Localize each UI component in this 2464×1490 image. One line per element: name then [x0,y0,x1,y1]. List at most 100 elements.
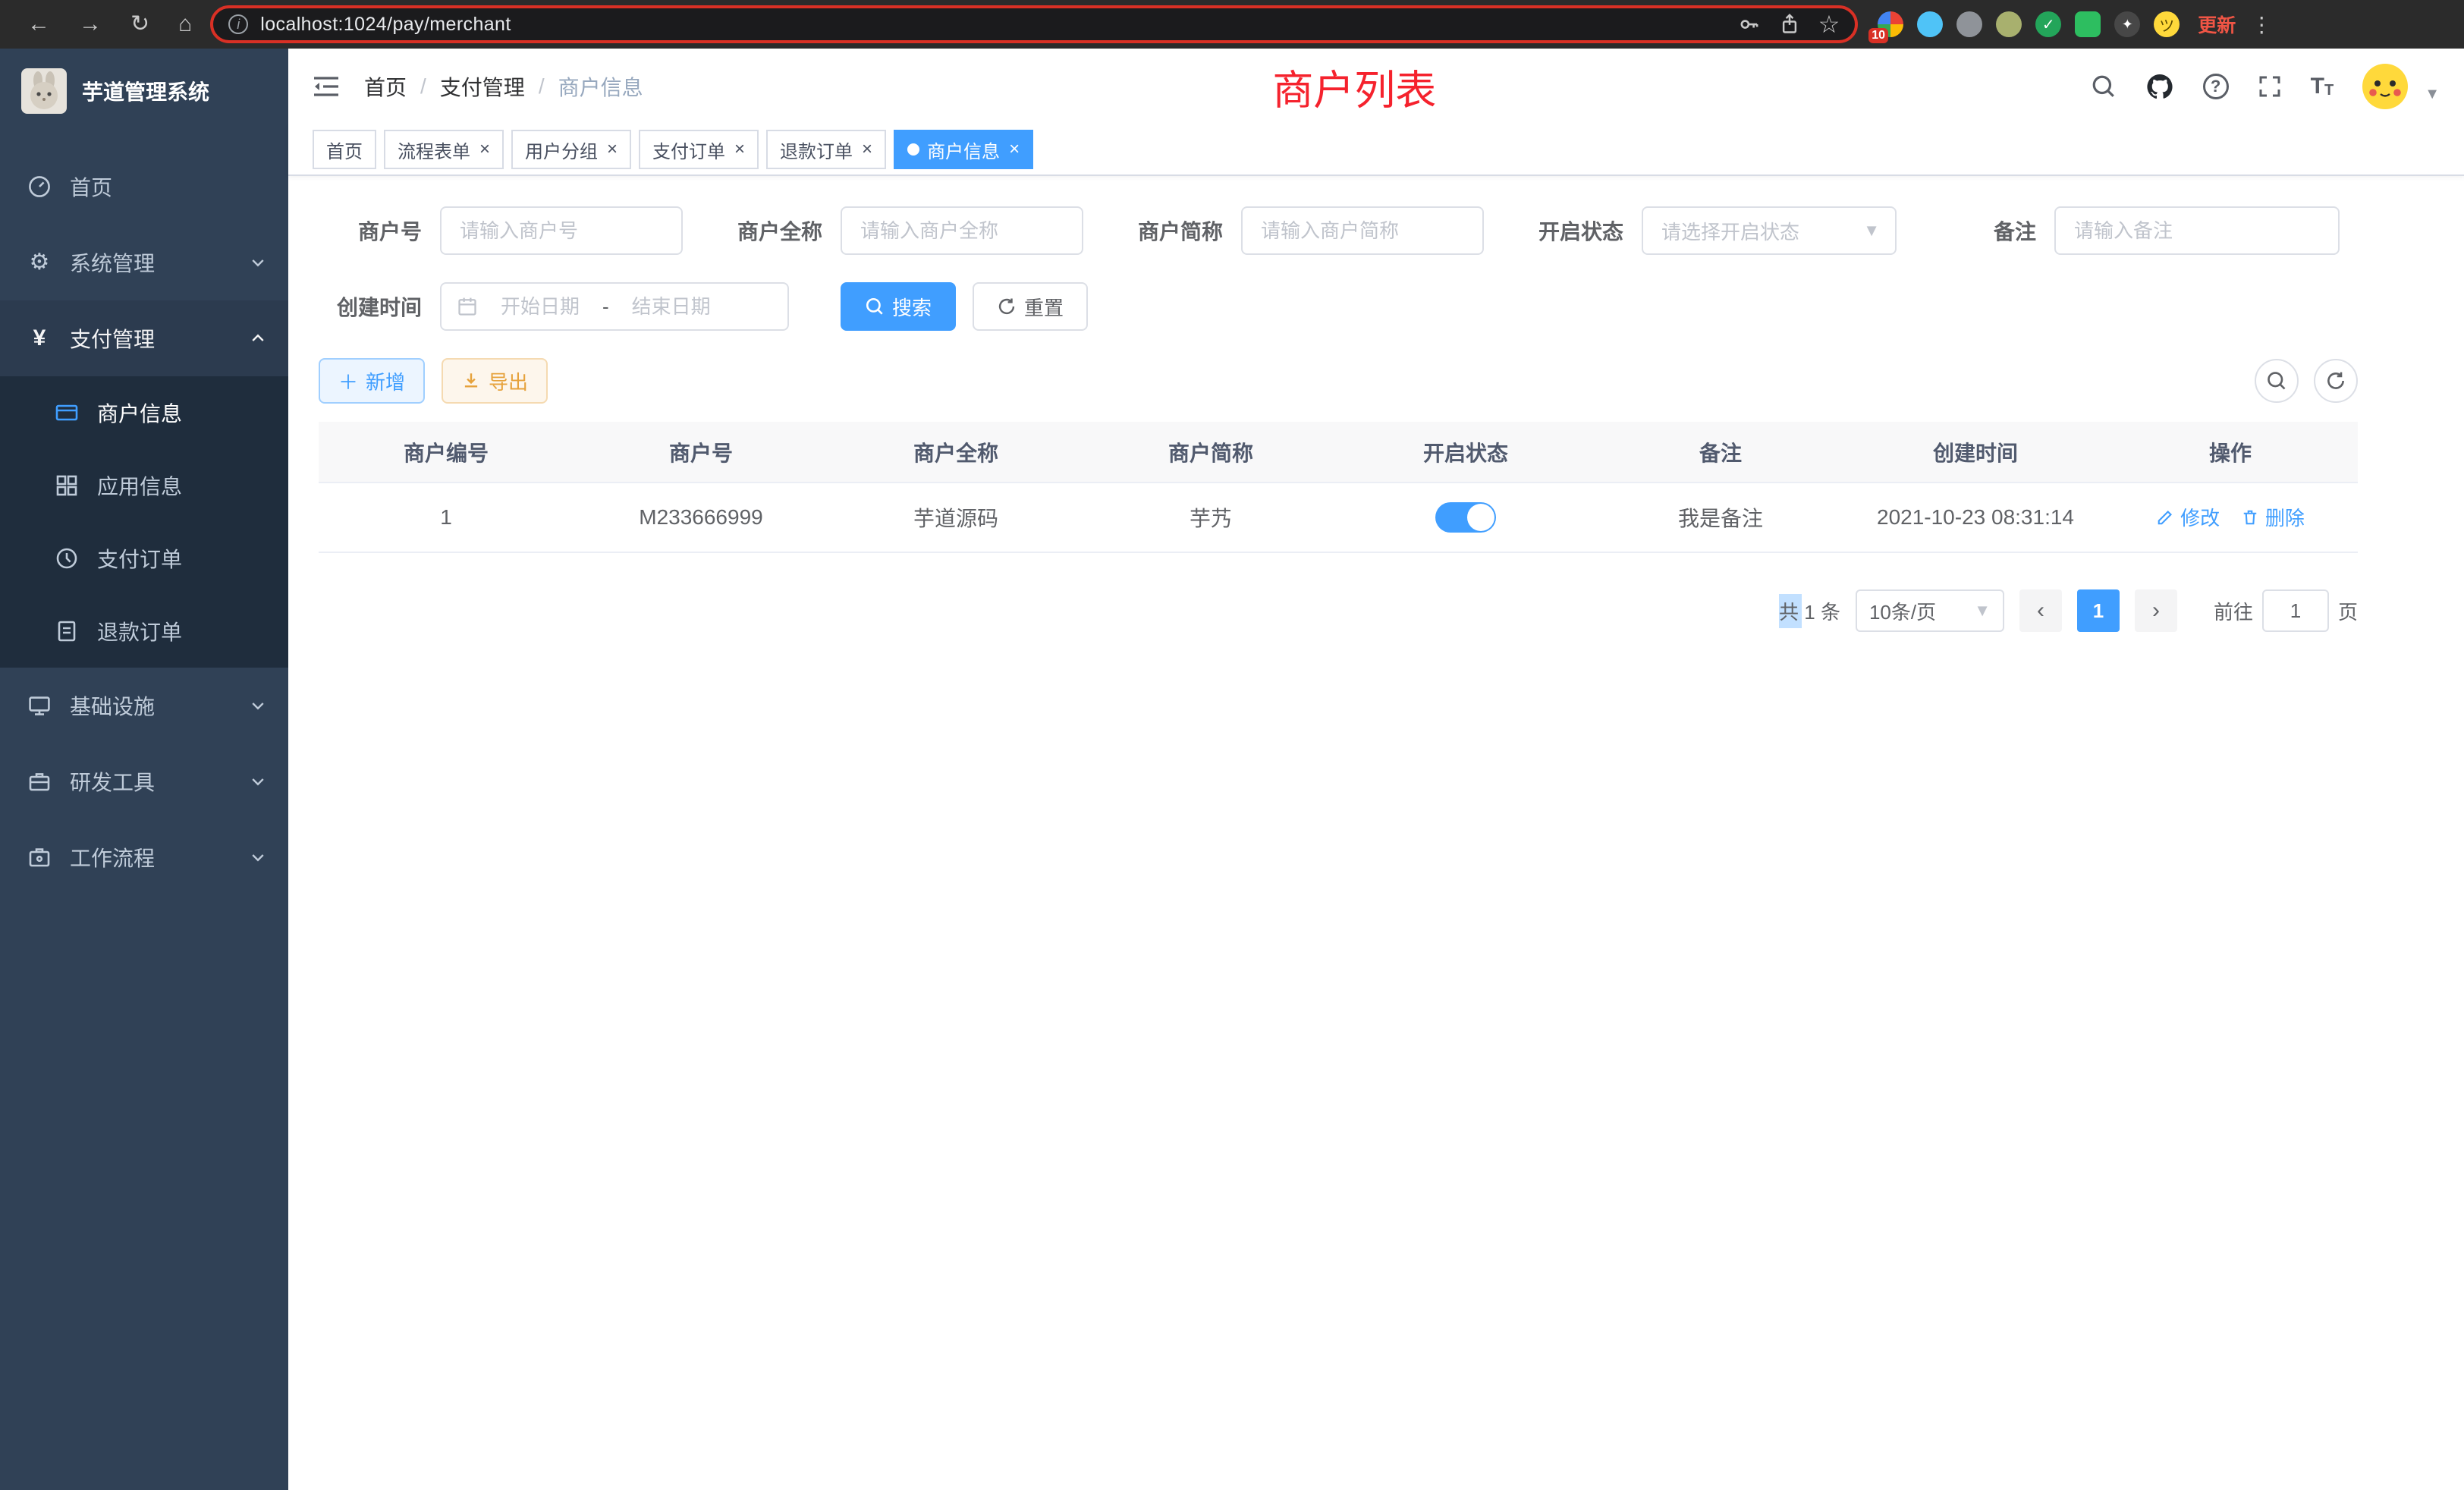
fullscreen-icon[interactable] [2258,74,2282,99]
close-icon[interactable]: × [607,140,618,159]
sidebar-item-app-info[interactable]: 应用信息 [0,449,288,522]
add-button-label: 新增 [366,367,405,395]
tab-label: 退款订单 [780,137,853,163]
app-title: 芋道管理系统 [82,76,209,106]
extension-icon-colorful[interactable]: 10 [1878,11,1903,37]
reset-button[interactable]: 重置 [973,282,1088,331]
cell-remark: 我是备注 [1593,483,1848,552]
sidebar-fold-icon[interactable] [313,74,340,99]
column-header: 开启状态 [1338,422,1593,483]
browser-home-icon[interactable]: ⌂ [178,13,192,36]
password-key-icon[interactable] [1738,13,1761,36]
remark-input[interactable] [2054,206,2340,255]
back-icon[interactable]: ← [27,13,50,36]
next-page-button[interactable]: › [2135,589,2177,632]
breadcrumb-payment[interactable]: 支付管理 [440,71,525,102]
search-button[interactable]: 搜索 [841,282,956,331]
sidebar-item-workflow[interactable]: 工作流程 [0,819,288,895]
export-button[interactable]: 导出 [442,358,548,404]
merchant-short-input[interactable] [1241,206,1484,255]
extension-badge: 10 [1868,28,1888,43]
breadcrumb-home[interactable]: 首页 [364,71,407,102]
sidebar-item-system[interactable]: ⚙ 系统管理 [0,225,288,300]
end-date-input[interactable] [615,295,728,319]
close-icon[interactable]: × [734,140,745,159]
edit-link[interactable]: 修改 [2156,503,2220,531]
jump-suffix: 页 [2338,597,2358,625]
extension-icon-drop[interactable] [1917,11,1943,37]
close-icon[interactable]: × [1009,140,1020,159]
date-range-picker[interactable]: - [440,282,789,331]
status-toggle[interactable] [1435,502,1496,533]
grid-icon [55,473,79,498]
github-icon[interactable] [2145,72,2174,101]
avatar[interactable] [2362,64,2408,109]
document-icon [55,619,79,643]
sidebar-item-pay-order[interactable]: 支付订单 [0,522,288,595]
sidebar-item-label: 商户信息 [97,398,182,428]
tab-label: 商户信息 [927,137,1000,163]
logo-rabbit-image [21,68,67,114]
tab-merchant-info[interactable]: 商户信息 × [894,130,1033,169]
status-select[interactable]: 请选择开启状态 ▼ [1642,206,1897,255]
extension-icon-check[interactable]: ✓ [2035,11,2061,37]
browser-chrome: ← → ↻ ⌂ i localhost:1024/pay/merchant ☆ … [0,0,2464,49]
toggle-search-icon-button[interactable] [2255,359,2299,403]
delete-link[interactable]: 删除 [2241,503,2305,531]
page-number-button[interactable]: 1 [2077,589,2120,632]
sidebar-item-label: 支付管理 [70,323,155,354]
sidebar-item-refund-order[interactable]: 退款订单 [0,595,288,668]
sidebar-item-dev-tools[interactable]: 研发工具 [0,743,288,819]
sidebar-item-merchant-info[interactable]: 商户信息 [0,376,288,449]
browser-menu-icon[interactable]: ⋮ [2251,12,2274,37]
tab-pay-order[interactable]: 支付订单 × [639,130,759,169]
browser-update-button[interactable]: 更新 [2198,11,2236,38]
tab-process-form[interactable]: 流程表单 × [384,130,504,169]
extension-icon-smiley[interactable]: ツ [2154,11,2180,37]
extension-icon-pinwheel[interactable]: ✦ [2114,11,2140,37]
avatar-dropdown-caret-icon[interactable]: ▼ [2425,86,2440,103]
column-header: 商户全称 [828,422,1083,483]
reload-icon[interactable]: ↻ [130,13,149,36]
tab-refund-order[interactable]: 退款订单 × [766,130,886,169]
prev-page-button[interactable]: ‹ [2019,589,2062,632]
address-bar[interactable]: i localhost:1024/pay/merchant ☆ [210,5,1858,43]
sidebar-item-home[interactable]: 首页 [0,149,288,225]
tab-user-group[interactable]: 用户分组 × [511,130,631,169]
bookmark-star-icon[interactable]: ☆ [1818,10,1840,39]
font-size-icon[interactable]: TT [2311,75,2334,98]
sidebar-item-payment[interactable]: ¥ 支付管理 [0,300,288,376]
extension-icon-gray[interactable] [1956,11,1982,37]
filter-label: 商户号 [319,215,422,246]
jump-page-input[interactable] [2262,589,2329,632]
forward-icon[interactable]: → [79,13,102,36]
active-tab-dot [907,143,919,156]
sidebar-item-label: 工作流程 [70,842,155,872]
sidebar-item-label: 支付订单 [97,543,182,574]
page-size-select[interactable]: 10条/页 ▼ [1856,589,2004,632]
sidebar-item-infrastructure[interactable]: 基础设施 [0,668,288,743]
help-icon[interactable]: ? [2203,74,2229,99]
cell-merchant-short: 芋艿 [1083,483,1338,552]
merchant-no-input[interactable] [440,206,683,255]
extension-icon-square[interactable] [2075,11,2101,37]
start-date-input[interactable] [484,295,596,319]
navbar-actions: ? TT ▼ [2091,64,2440,109]
add-button[interactable]: ＋ 新增 [319,358,425,404]
search-icon[interactable] [2091,74,2117,99]
share-icon[interactable] [1779,13,1800,36]
sidebar-logo[interactable]: 芋道管理系统 [0,49,288,134]
filter-create-time: 创建时间 - [319,282,789,331]
close-icon[interactable]: × [479,140,490,159]
filter-remark: 备注 [1933,206,2340,255]
extension-icon-avatar[interactable] [1996,11,2022,37]
tab-home[interactable]: 首页 [313,130,376,169]
breadcrumb-separator: / [420,74,426,99]
merchant-name-input[interactable] [841,206,1083,255]
site-info-icon[interactable]: i [228,14,248,34]
close-icon[interactable]: × [862,140,872,159]
merchant-table: 商户编号 商户号 商户全称 商户简称 开启状态 备注 创建时间 操作 1 [319,422,2358,553]
refresh-table-button[interactable] [2314,359,2358,403]
table-header-row: 商户编号 商户号 商户全称 商户简称 开启状态 备注 创建时间 操作 [319,422,2358,483]
chevron-down-icon [249,253,267,272]
